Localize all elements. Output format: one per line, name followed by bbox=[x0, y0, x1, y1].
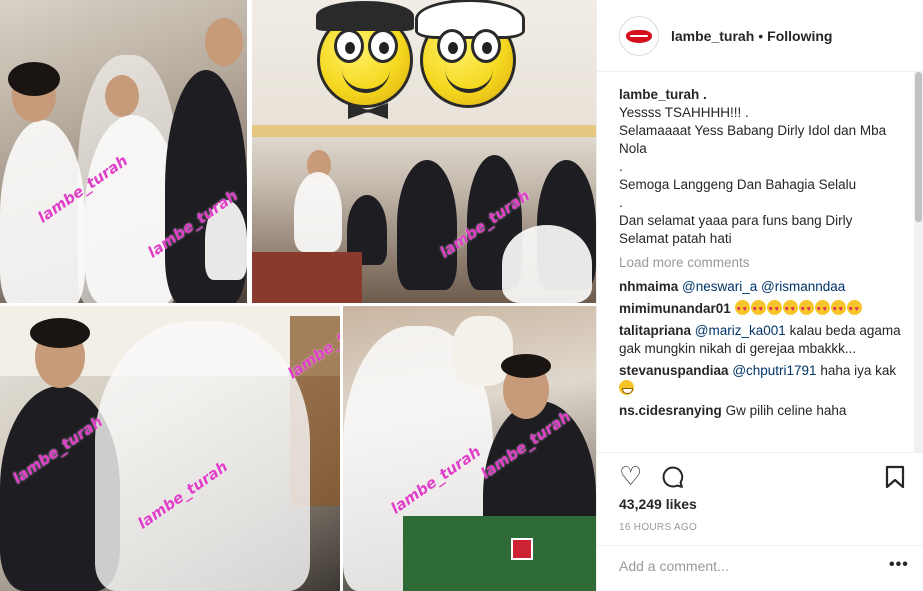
heart-eyes-emoji-icon bbox=[734, 300, 750, 319]
heart-eyes-emoji-icon bbox=[830, 300, 846, 319]
post-panel: lambe_turah • Following lambe_turah . Ye… bbox=[596, 0, 923, 591]
caption-line: Semoga Langgeng Dan Bahagia Selalu bbox=[619, 177, 857, 192]
heart-eyes-emoji-icon bbox=[846, 300, 862, 319]
heart-eyes-emoji-icon bbox=[798, 300, 814, 319]
load-more-comments-button[interactable]: Load more comments bbox=[619, 254, 909, 272]
heart-icon[interactable]: ♡ bbox=[619, 463, 642, 489]
caption-line: Selamat patah hati bbox=[619, 231, 732, 246]
comment: ns.cidesranying Gw pilih celine haha bbox=[619, 402, 909, 420]
caption-line: . bbox=[619, 159, 623, 174]
comment: nhmaima @neswari_a @rismanndaa bbox=[619, 278, 909, 296]
caption-line: Selamaaaat Yess Babang Dirly Idol dan Mb… bbox=[619, 123, 887, 156]
comment-icon[interactable] bbox=[661, 465, 685, 494]
comment-username[interactable]: mimimunandar01 bbox=[619, 301, 731, 316]
bride-smiley-icon bbox=[415, 0, 525, 108]
caption-username[interactable]: lambe_turah . bbox=[619, 86, 909, 104]
groom-smiley-icon bbox=[316, 1, 414, 119]
add-comment-input[interactable] bbox=[619, 558, 869, 574]
lips-logo-icon bbox=[626, 29, 652, 43]
comment-text: Gw pilih celine haha bbox=[725, 403, 847, 418]
add-comment-bar: ••• bbox=[597, 545, 923, 591]
photo-couple-at-altar: lambe_turah lambe_turah lambe_turah bbox=[0, 306, 340, 591]
comments-scrollbar[interactable] bbox=[914, 72, 923, 452]
photo-bride-and-guests: lambe_turah lambe_turah bbox=[0, 0, 247, 303]
comment: talitapriana @mariz_ka001 kalau beda aga… bbox=[619, 322, 909, 358]
following-button[interactable]: Following bbox=[767, 28, 832, 44]
photo-signing-register: lambe_turah lambe_turah bbox=[343, 306, 596, 591]
comment-mention[interactable]: @mariz_ka001 bbox=[695, 323, 786, 338]
comment-username[interactable]: ns.cidesranying bbox=[619, 403, 722, 418]
heart-eyes-emoji-icon bbox=[750, 300, 766, 319]
comment-text: haha iya kak bbox=[820, 363, 897, 378]
comments-list: lambe_turah . Yessss TSAHHHH!!! . Selama… bbox=[619, 86, 909, 452]
header-username[interactable]: lambe_turah bbox=[671, 28, 754, 44]
avatar[interactable] bbox=[619, 15, 659, 56]
caption-line: Yessss TSAHHHH!!! . bbox=[619, 105, 749, 120]
post-header: lambe_turah • Following bbox=[597, 0, 923, 72]
likes-count[interactable]: 43,249 likes bbox=[619, 496, 697, 512]
comment-mention[interactable]: @chputri1791 bbox=[732, 363, 816, 378]
post-image[interactable]: lambe_turah lambe_turah lambe_turah lamb… bbox=[0, 0, 596, 591]
comment-username[interactable]: stevanuspandiaa bbox=[619, 363, 729, 378]
comment-username[interactable]: nhmaima bbox=[619, 279, 678, 294]
heart-eyes-emoji-icon bbox=[766, 300, 782, 319]
comment: stevanuspandiaa @chputri1791 haha iya ka… bbox=[619, 362, 909, 398]
heart-eyes-emoji-icon bbox=[782, 300, 798, 319]
caption-line: . bbox=[619, 195, 623, 210]
scrollbar-thumb[interactable] bbox=[915, 72, 922, 222]
action-bar: ♡ bbox=[597, 452, 923, 492]
bookmark-icon[interactable] bbox=[885, 465, 905, 494]
comment: mimimunandar01 bbox=[619, 300, 909, 319]
comment-username[interactable]: talitapriana bbox=[619, 323, 691, 338]
photo-church-altar: lambe_turah bbox=[252, 0, 596, 303]
comment-mention[interactable]: @neswari_a @rismanndaa bbox=[682, 279, 845, 294]
heart-eyes-emoji-icon bbox=[814, 300, 830, 319]
header-separator: • bbox=[758, 27, 764, 44]
grin-emoji-icon bbox=[619, 380, 634, 395]
more-options-button[interactable]: ••• bbox=[889, 556, 909, 574]
caption-line: Dan selamat yaaa para funs bang Dirly bbox=[619, 213, 853, 228]
post-timestamp[interactable]: 16 HOURS AGO bbox=[619, 522, 697, 533]
